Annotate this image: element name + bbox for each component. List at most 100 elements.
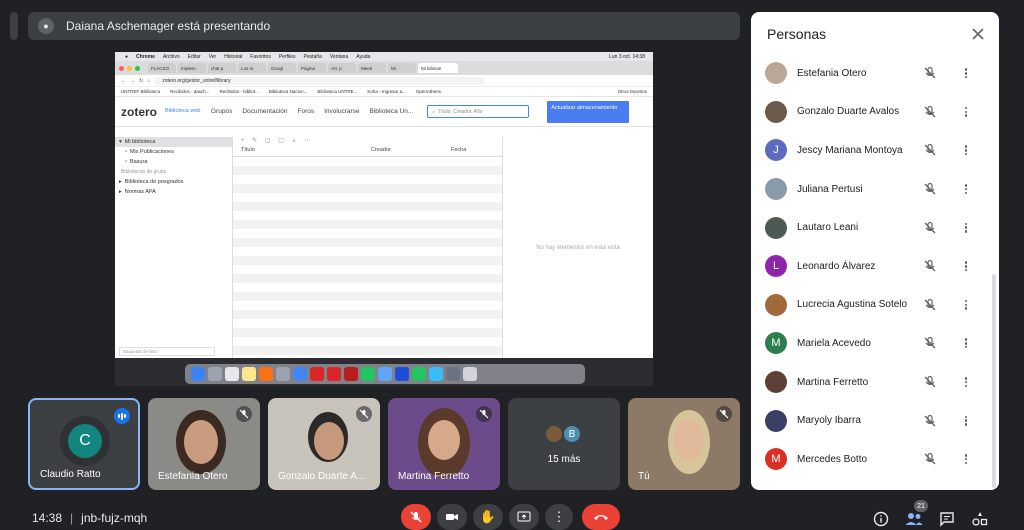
trash-dock-icon	[463, 367, 477, 381]
collection-label: Normas APA	[124, 189, 156, 195]
more-vert-icon[interactable]	[961, 452, 971, 466]
mic-off-icon[interactable]	[923, 414, 937, 428]
chat-button[interactable]	[936, 508, 958, 530]
people-list: Estefania Otero Gonzalo Duarte Avalos J Jes…	[751, 54, 999, 479]
mic-off-icon	[476, 406, 492, 422]
activities-icon	[972, 512, 988, 526]
zotero-nav: Grupos Documentación Foros Involucrarse …	[211, 108, 413, 115]
collection-label: Biblioteca de posgrados	[124, 179, 184, 185]
meeting-details-button[interactable]	[870, 508, 892, 530]
self-tile[interactable]: Tú	[628, 398, 740, 490]
person-row[interactable]: Estefania Otero	[751, 54, 999, 93]
browser-tabs: FLACSO Implem chat p Los m Googl Página …	[115, 61, 653, 75]
info-icon	[873, 511, 889, 527]
participant-tile[interactable]: Martina Ferretto	[388, 398, 500, 490]
zotero-search: ⌕ Título, Creador, Año	[427, 105, 530, 118]
more-vert-icon[interactable]	[961, 105, 971, 119]
zotero-collections: ▾ Mi biblioteca ▫ Mis Publicaciones ▫ Basur…	[115, 137, 233, 358]
chrome-icon	[293, 367, 307, 381]
mic-toggle-button[interactable]	[401, 504, 431, 530]
presenter-avatar: ●	[38, 18, 54, 34]
zotero-nav-item: Biblioteca Un...	[369, 108, 414, 115]
camera-toggle-button[interactable]	[437, 504, 467, 530]
mic-off-icon[interactable]	[923, 375, 937, 389]
person-row[interactable]: L Leonardo Álvarez	[751, 247, 999, 286]
person-row[interactable]: Martina Ferretto	[751, 363, 999, 402]
mic-off-icon[interactable]	[923, 336, 937, 350]
more-participants-tile[interactable]: B 15 más	[508, 398, 620, 490]
mic-off-icon[interactable]	[923, 143, 937, 157]
person-row[interactable]: M Mercedes Botto	[751, 440, 999, 479]
more-vert-icon[interactable]	[961, 143, 971, 157]
avatar: M	[765, 448, 787, 471]
window-controls	[119, 65, 140, 71]
collection-label: Basura	[129, 159, 148, 165]
participant-tile[interactable]: C Claudio Ratto	[28, 398, 140, 490]
person-row[interactable]: Maryoly Ibarra	[751, 401, 999, 440]
empty-message: No hay elementos en esta vista	[536, 244, 620, 251]
forward-icon: →	[130, 77, 135, 84]
more-vert-icon[interactable]	[961, 414, 971, 428]
column-header: Fecha	[451, 147, 467, 153]
person-row[interactable]: Gonzalo Duarte Avalos	[751, 93, 999, 132]
more-vert-icon[interactable]	[961, 182, 971, 196]
person-row[interactable]: Lautaro Leani	[751, 208, 999, 247]
collection-label: Mi biblioteca	[124, 139, 156, 145]
app-icon	[310, 367, 324, 381]
mic-off-icon[interactable]	[923, 182, 937, 196]
mic-off-icon[interactable]	[923, 452, 937, 466]
meeting-code: jnb-fujz-mqh	[81, 511, 148, 525]
zotero-items: + ✎ ▢ ▢ ⇣ ⋯ Título Creador Fecha	[233, 137, 503, 358]
more-vert-icon[interactable]	[961, 221, 971, 235]
scrollbar[interactable]	[992, 274, 996, 488]
person-row[interactable]: J Jescy Mariana Montoya	[751, 131, 999, 170]
mic-off-icon[interactable]	[923, 105, 937, 119]
person-row[interactable]: Lucrecia Agustina Sotelo	[751, 286, 999, 325]
raise-hand-button[interactable]: ✋	[473, 504, 503, 530]
mic-off-icon	[356, 406, 372, 422]
folder-icon: ▾	[119, 139, 122, 145]
folder-icon: ▸	[119, 189, 122, 195]
bookmarks-bar: UNTREF Biblioteca Recibidos - dasch... R…	[115, 87, 653, 97]
zotero-dock-icon	[344, 367, 358, 381]
mic-off-icon[interactable]	[923, 221, 937, 235]
menubar-item: Ver	[208, 53, 217, 60]
more-options-button[interactable]: ⋮	[545, 504, 573, 530]
participant-tile[interactable]: Estefania Otero	[148, 398, 260, 490]
person-name: Leonardo Álvarez	[797, 260, 876, 272]
activities-button[interactable]	[969, 508, 991, 530]
end-call-button[interactable]	[582, 504, 620, 530]
avatar	[765, 371, 787, 394]
participant-face	[184, 420, 218, 464]
menubar-item: Favoritos	[250, 53, 271, 60]
close-icon[interactable]	[969, 25, 987, 43]
mic-off-icon[interactable]	[923, 259, 937, 273]
more-vert-icon[interactable]	[961, 66, 971, 80]
file-icon: ▫	[125, 149, 127, 155]
people-count-badge: 21	[914, 500, 928, 512]
participant-tile[interactable]: Gonzalo Duarte A...	[268, 398, 380, 490]
present-screen-button[interactable]	[509, 504, 539, 530]
person-row[interactable]: M Mariela Acevedo	[751, 324, 999, 363]
collection-item: ▸ Normas APA	[115, 187, 232, 197]
avatar	[765, 62, 787, 85]
more-vert-icon[interactable]	[961, 336, 971, 350]
mac-dock-area	[115, 358, 653, 386]
menubar-item: Chrome	[136, 53, 155, 60]
more-vert-icon[interactable]	[961, 298, 971, 312]
video-camera-icon	[446, 514, 458, 520]
bookmark: UNTREF Biblioteca	[121, 89, 161, 94]
person-row[interactable]: Juliana Pertusi	[751, 170, 999, 209]
avatar	[765, 100, 787, 123]
browser-tab: Mi	[388, 63, 416, 73]
person-name: Gonzalo Duarte Avalos	[797, 106, 900, 118]
bookmark-other: Otros favoritos	[617, 89, 647, 94]
more-vert-icon[interactable]	[961, 375, 971, 389]
mic-off-icon[interactable]	[923, 66, 937, 80]
avatar	[765, 409, 787, 432]
zotero-logo: zotero	[121, 104, 157, 119]
more-vert-icon[interactable]	[961, 259, 971, 273]
folder-icon: ▸	[119, 179, 122, 185]
launchpad-icon	[208, 367, 222, 381]
mic-off-icon[interactable]	[923, 298, 937, 312]
